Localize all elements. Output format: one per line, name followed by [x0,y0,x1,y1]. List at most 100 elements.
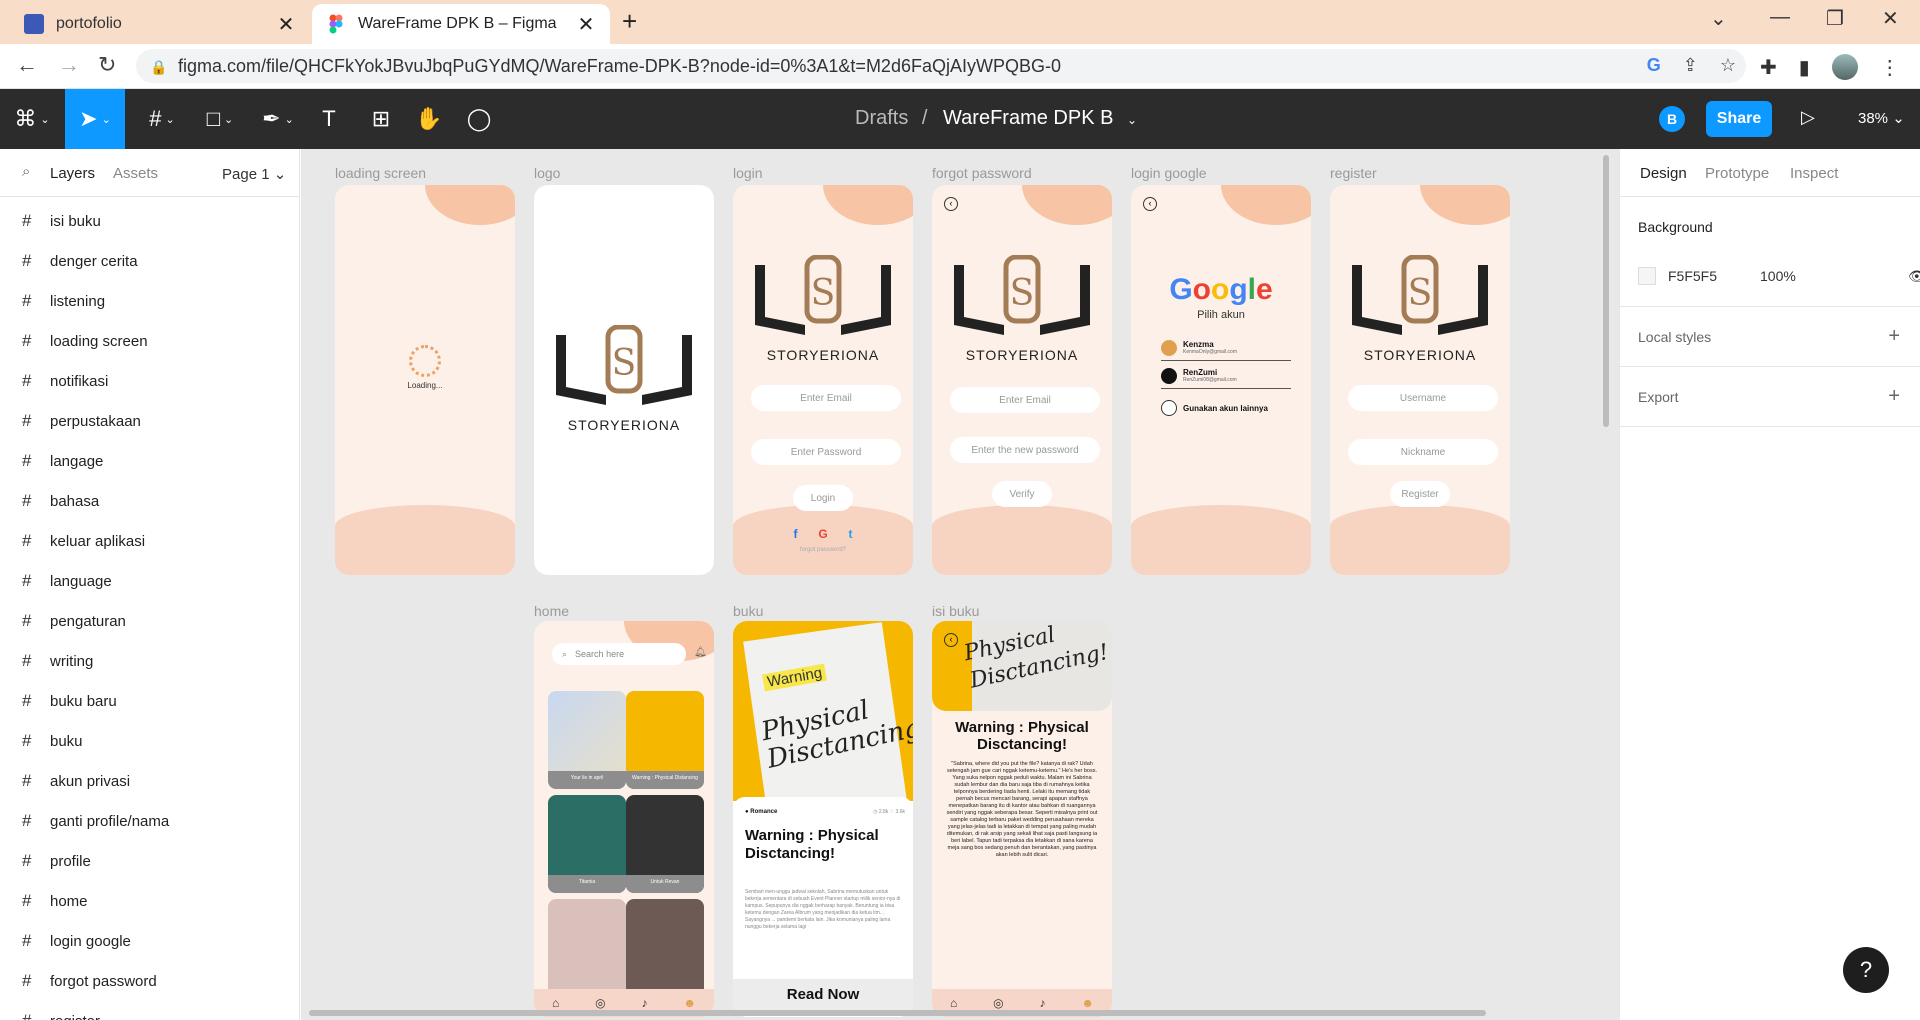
share-button[interactable]: Share [1706,101,1772,137]
user-avatar[interactable]: B [1659,106,1685,132]
share-page-icon[interactable]: ⇪ [1683,55,1698,76]
frame-label-register[interactable]: register [1330,165,1377,181]
frame-label-google[interactable]: login google [1131,165,1207,181]
facebook-icon[interactable]: f [793,527,797,541]
bookmark-star-icon[interactable]: ☆ [1720,55,1736,76]
book-card[interactable] [626,899,704,997]
design-canvas[interactable]: loading screen logo login forgot passwor… [301,149,1619,1020]
frame-label-buku[interactable]: buku [733,603,763,619]
google-icon[interactable]: G [1647,55,1661,76]
back-arrow-icon[interactable]: ‹ [1143,197,1157,211]
tab-figma[interactable]: WareFrame DPK B – Figma ✕ [312,4,610,44]
tab-prototype[interactable]: Prototype [1705,165,1769,182]
mic-icon[interactable]: ♪ [642,996,648,1010]
layer-item[interactable]: # isi buku [0,201,299,241]
frame-home[interactable]: ⌕ Search here 🔔︎ Your lie in april Warnin… [534,621,714,1017]
reload-icon[interactable]: ↻ [98,52,116,78]
layer-item[interactable]: # buku baru [0,681,299,721]
home-icon[interactable]: ⌂ [552,996,559,1010]
tab-portofolio[interactable]: portofolio ✕ [10,4,310,44]
layer-item[interactable]: # bahasa [0,481,299,521]
background-fill-row[interactable]: F5F5F5 100% 👁︎ [1638,267,1920,285]
layer-item[interactable]: # loading screen [0,321,299,361]
layer-item[interactable]: # profile [0,841,299,881]
layer-item[interactable]: # listening [0,281,299,321]
profile-avatar[interactable] [1831,54,1858,80]
close-window-icon[interactable]: ✕ [1882,6,1899,31]
username-field[interactable]: Username [1348,385,1498,411]
password-field[interactable]: Enter Password [751,439,901,465]
eye-icon[interactable]: 👁︎ [1908,268,1920,285]
book-card[interactable]: Warning : Physical Distancing [626,691,704,789]
background-swatch[interactable] [1638,267,1656,285]
side-panel-icon[interactable]: ▮ [1799,55,1810,80]
extensions-puzzle-icon[interactable]: ✚ [1760,55,1777,80]
mic-icon[interactable]: ♪ [1040,996,1046,1010]
back-icon[interactable]: ← [16,52,38,78]
account-item[interactable]: Kenzma KenmaOnly@gmail.com [1161,335,1291,361]
frame-login[interactable]: S STORYERIONA Enter Email Enter Password… [733,185,913,575]
url-field[interactable]: 🔒 figma.com/file/QHCFkYokJBvuJbqPuGYdMQ/… [136,49,1746,83]
search-input[interactable]: ⌕ Search here [552,643,686,665]
explore-icon[interactable]: ◎ [993,996,1003,1010]
frame-tool-icon[interactable]: # ⌄ [138,89,186,149]
help-button[interactable]: ? [1843,947,1889,993]
layer-item[interactable]: # language [0,561,299,601]
back-arrow-icon[interactable]: ‹ [944,197,958,211]
book-card[interactable]: Your lie in april [548,691,626,789]
frame-label-forgot[interactable]: forgot password [932,165,1032,181]
tab-design[interactable]: Design [1640,165,1687,182]
account-item[interactable]: RenZumi RenZumi08@gmail.com [1161,363,1291,389]
verify-button[interactable]: Verify [992,481,1052,507]
pen-tool-icon[interactable]: ✒ ⌄ [254,89,302,149]
layer-item[interactable]: # notifikasi [0,361,299,401]
frame-logo[interactable]: S STORYERIONA [534,185,714,575]
horizontal-scrollbar[interactable] [309,1010,1486,1016]
tab-layers[interactable]: Layers [50,165,95,182]
layer-item[interactable]: # langage [0,441,299,481]
frame-label-home[interactable]: home [534,603,569,619]
register-button[interactable]: Register [1390,481,1450,507]
new-password-field[interactable]: Enter the new password [950,437,1100,463]
layer-item[interactable]: # denger cerita [0,241,299,281]
back-arrow-icon[interactable]: ‹ [944,633,958,647]
frame-register[interactable]: S STORYERIONA Username Nickname Register [1330,185,1510,575]
background-hex[interactable]: F5F5F5 [1668,268,1760,284]
file-name[interactable]: WareFrame DPK B [943,107,1113,129]
comment-tool-icon[interactable]: ◯ [462,89,496,149]
vertical-scrollbar[interactable] [1603,155,1609,427]
chevron-down-icon[interactable]: ⌄ [1127,113,1137,127]
forward-icon[interactable]: → [58,52,80,78]
frame-label-loading[interactable]: loading screen [335,165,426,181]
frame-login-google[interactable]: ‹ Google Pilih akun Kenzma KenmaOnly@gmai… [1131,185,1311,575]
layer-item[interactable]: # perpustakaan [0,401,299,441]
explore-icon[interactable]: ◎ [595,996,605,1010]
layer-item[interactable]: # buku [0,721,299,761]
move-tool-icon[interactable]: ➤ ⌄ [65,89,125,149]
maximize-icon[interactable]: ❐ [1826,6,1844,31]
tab-search-icon[interactable]: ⌄ [1710,6,1727,31]
book-card[interactable]: Untuk Revan [626,795,704,893]
resources-icon[interactable]: ⊞ [364,89,398,149]
page-selector[interactable]: Page 1 ⌄ [222,165,286,183]
browser-menu-icon[interactable]: ⋮ [1880,55,1900,80]
notification-bell-icon[interactable]: 🔔︎ [694,647,707,658]
frame-label-logo[interactable]: logo [534,165,560,181]
layer-item[interactable]: # pengaturan [0,601,299,641]
close-tab-icon[interactable]: ✕ [576,12,596,37]
add-export-icon[interactable]: + [1888,385,1900,408]
email-field[interactable]: Enter Email [950,387,1100,413]
login-button[interactable]: Login [793,485,853,511]
home-icon[interactable]: ⌂ [950,996,957,1010]
add-style-icon[interactable]: + [1888,325,1900,348]
email-field[interactable]: Enter Email [751,385,901,411]
layer-item[interactable]: # writing [0,641,299,681]
tab-assets[interactable]: Assets [113,165,158,182]
text-tool-icon[interactable]: T [312,89,346,149]
close-tab-icon[interactable]: ✕ [276,12,296,37]
twitter-icon[interactable]: t [849,527,853,541]
forgot-password-link[interactable]: forgot password? [733,547,913,553]
layer-item[interactable]: # login google [0,921,299,961]
hand-tool-icon[interactable]: ✋ [412,89,446,149]
search-icon[interactable]: ⌕ [22,163,30,180]
